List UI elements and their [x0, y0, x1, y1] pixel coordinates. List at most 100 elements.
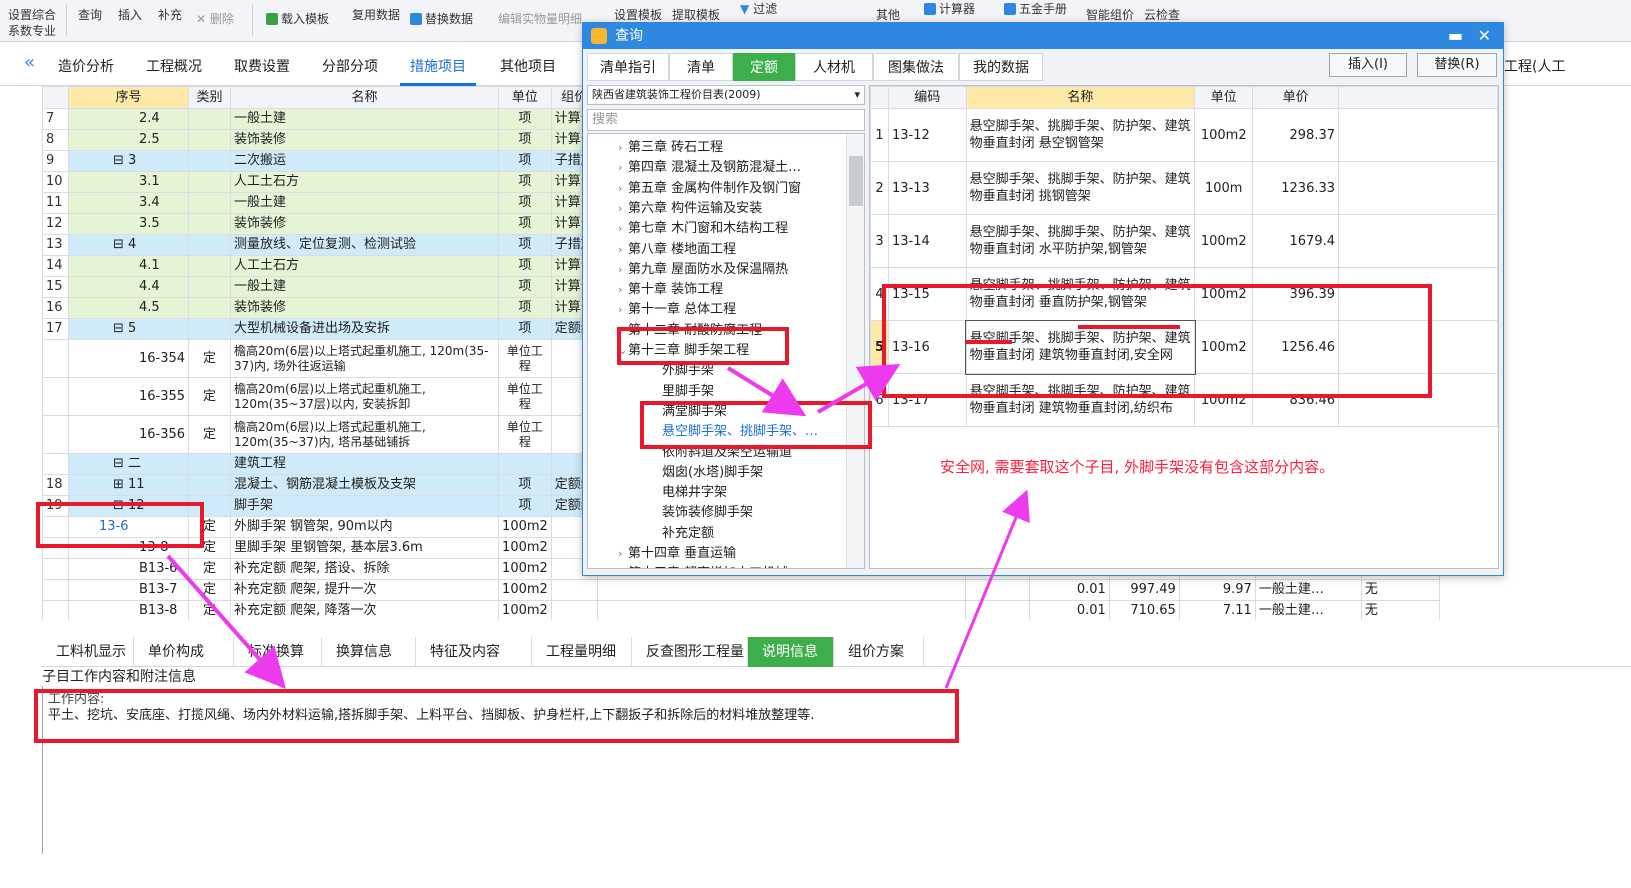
type-cell[interactable]: [188, 255, 232, 277]
result-code[interactable]: 13-12: [887, 108, 967, 162]
replace-button[interactable]: 替换(R): [1417, 53, 1497, 77]
dialog-tab[interactable]: 清单: [669, 53, 733, 81]
chevron-right-icon[interactable]: ›: [618, 324, 628, 337]
name-cell[interactable]: 人工土石方: [230, 255, 500, 277]
type-cell[interactable]: [188, 276, 232, 298]
tree-node[interactable]: › 第六章 构件运输及安装: [618, 197, 762, 216]
filter-button[interactable]: ▼ 过滤: [740, 0, 777, 17]
unit-cell[interactable]: 项: [498, 213, 552, 235]
result-blank[interactable]: [1338, 373, 1498, 427]
toolbar-coef-label-2[interactable]: 系数专业: [8, 22, 56, 39]
unit-cell[interactable]: 项: [498, 297, 552, 319]
tree-node[interactable]: 电梯井字架: [662, 481, 727, 500]
seq-cell[interactable]: ⊞ 11: [67, 474, 190, 496]
tree-node[interactable]: 里脚手架: [662, 380, 714, 399]
bottom-tab[interactable]: 工料机显示: [42, 637, 134, 667]
tree-node[interactable]: › 第九章 屋面防水及保温隔热: [618, 258, 788, 277]
seq-cell[interactable]: 13-8: [67, 537, 190, 559]
bottom-tab[interactable]: 特征及内容: [416, 637, 532, 667]
tab-cost-analysis[interactable]: 造价分析: [48, 56, 124, 86]
category-cell[interactable]: 一般土建…: [1254, 579, 1362, 601]
unit-cell[interactable]: 项: [498, 171, 552, 193]
result-index[interactable]: 4: [870, 267, 889, 321]
tab-project-overview[interactable]: 工程概况: [136, 56, 212, 86]
unit-cell[interactable]: 100m2: [498, 579, 552, 601]
type-cell[interactable]: [188, 129, 232, 151]
result-unit[interactable]: 100m2: [1194, 214, 1254, 268]
result-header-cell[interactable]: 单位: [1194, 86, 1254, 109]
result-price[interactable]: 396.39: [1252, 267, 1340, 321]
seq-cell[interactable]: ⊟ 4: [67, 234, 190, 256]
dialog-tab[interactable]: 清单指引: [587, 53, 669, 81]
tree-node[interactable]: 装饰装修脚手架: [662, 501, 753, 520]
seq-cell[interactable]: ⊟ 5: [67, 318, 190, 340]
extra-cell[interactable]: 无: [1360, 600, 1440, 620]
cloud-check-button[interactable]: 云检查: [1144, 6, 1180, 23]
name-cell[interactable]: 檐高20m(6层)以上塔式起重机施工, 120m(35-37)内, 场外往返运输: [230, 339, 500, 378]
tree-node[interactable]: 外脚手架: [662, 359, 714, 378]
extra-cell[interactable]: 无: [1360, 579, 1440, 601]
result-price[interactable]: 1679.4: [1252, 214, 1340, 268]
unit-cell[interactable]: 100m2: [498, 600, 552, 620]
result-blank[interactable]: [1338, 161, 1498, 215]
type-cell[interactable]: [188, 495, 232, 517]
blank-cell[interactable]: [964, 579, 1030, 601]
replace-data-button[interactable]: 替换数据: [410, 10, 473, 27]
type-cell[interactable]: 定: [188, 600, 232, 620]
result-blank[interactable]: [1338, 108, 1498, 162]
result-name[interactable]: 悬空脚手架、挑脚手架、防护架、建筑物垂直封闭 悬空钢管架: [965, 108, 1196, 162]
calculator-button[interactable]: 计算器: [924, 0, 975, 17]
type-cell[interactable]: [188, 150, 232, 172]
type-cell[interactable]: [188, 453, 232, 475]
unit-cell[interactable]: 项: [498, 276, 552, 298]
unit-cell[interactable]: 100m2: [498, 558, 552, 580]
seq-cell[interactable]: ⊟ 二: [67, 453, 190, 475]
chevron-right-icon[interactable]: ›: [618, 161, 628, 174]
other-button[interactable]: 其他: [876, 6, 900, 23]
seq-cell[interactable]: 16-354: [67, 339, 190, 378]
tab-measure-items[interactable]: 措施项目: [400, 56, 476, 86]
unit-cell[interactable]: 单位工程: [498, 415, 552, 454]
chevron-right-icon[interactable]: ›: [618, 263, 628, 276]
chevron-right-icon[interactable]: ›: [618, 303, 628, 316]
toolbar-coef-label-1[interactable]: 设置综合: [8, 6, 56, 23]
result-blank[interactable]: [1338, 267, 1498, 321]
tree-node[interactable]: › 第十四章 垂直运输: [618, 542, 736, 561]
tree-node[interactable]: › 第八章 楼地面工程: [618, 238, 736, 257]
result-row[interactable]: 6 13-17 悬空脚手架、挑脚手架、防护架、建筑物垂直封闭 建筑物垂直封闭,纺织布…: [870, 373, 1498, 427]
type-cell[interactable]: [188, 474, 232, 496]
tree-node[interactable]: › 第七章 木门窗和木结构工程: [618, 217, 788, 236]
type-cell[interactable]: [188, 171, 232, 193]
seq-cell[interactable]: 4.1: [67, 255, 190, 277]
qty-cell[interactable]: 0.01: [1028, 600, 1110, 620]
bottom-tab[interactable]: 标准换算: [234, 637, 322, 667]
collapse-chevron-icon[interactable]: «: [14, 52, 45, 82]
name-cell[interactable]: 混凝土、钢筋混凝土模板及支架: [230, 474, 500, 496]
chevron-right-icon[interactable]: ›: [618, 243, 628, 256]
unit-cell[interactable]: 单位工程: [498, 339, 552, 378]
seq-cell[interactable]: 16-356: [67, 415, 190, 454]
grid-header-cell[interactable]: [42, 86, 69, 109]
name-cell[interactable]: 补充定额 爬架, 搭设、拆除: [230, 558, 500, 580]
seq-cell[interactable]: 3.1: [67, 171, 190, 193]
tree-node[interactable]: 烟囱(水塔)脚手架: [662, 461, 763, 480]
type-cell[interactable]: [188, 318, 232, 340]
result-code[interactable]: 13-13: [887, 161, 967, 215]
dialog-tab[interactable]: 我的数据: [959, 53, 1043, 81]
name-cell[interactable]: 檐高20m(6层)以上塔式起重机施工, 120m(35~37层)以内, 安装拆卸: [230, 377, 500, 416]
pricing-cell[interactable]: [550, 579, 598, 601]
blank-cell[interactable]: [596, 600, 966, 620]
result-header-cell[interactable]: 名称: [965, 86, 1196, 109]
type-cell[interactable]: [188, 108, 232, 130]
result-index[interactable]: 3: [870, 214, 889, 268]
result-unit[interactable]: 100m: [1194, 161, 1254, 215]
type-cell[interactable]: [188, 213, 232, 235]
unit-cell[interactable]: 100m2: [498, 537, 552, 559]
blank-cell[interactable]: [964, 600, 1030, 620]
type-cell[interactable]: [188, 192, 232, 214]
unit-cell[interactable]: 项: [498, 255, 552, 277]
table-row[interactable]: B13-7 定补充定额 爬架, 提升一次 100m2 0.01 997.49 9.97 一般…: [42, 579, 1440, 601]
pricing-cell[interactable]: [550, 600, 598, 620]
grid-header-cell[interactable]: 单位: [498, 86, 552, 109]
unit-cell[interactable]: 100m2: [498, 516, 552, 538]
